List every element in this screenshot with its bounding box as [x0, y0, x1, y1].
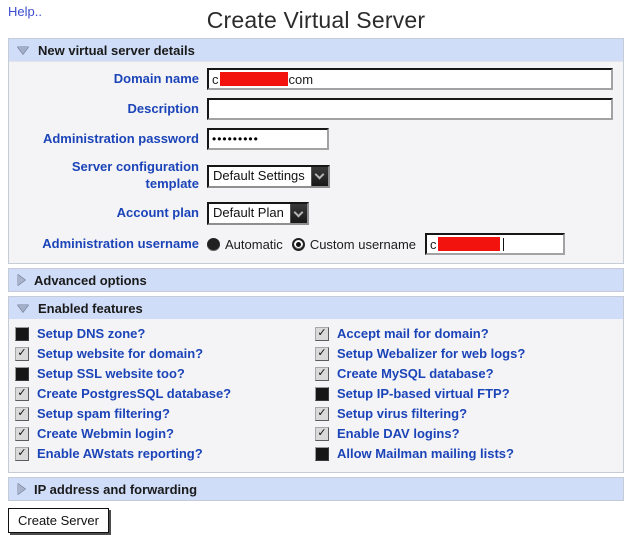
template-label: Server configuration template [71, 159, 199, 191]
chevron-down-icon [310, 166, 328, 186]
feature-label: Accept mail for domain? [337, 326, 489, 341]
section-title: New virtual server details [38, 42, 195, 58]
template-select-value: Default Settings [213, 167, 305, 183]
feature-label: Setup DNS zone? [37, 326, 146, 341]
account-plan-select[interactable]: Default Plan [207, 202, 309, 225]
feature-item: Setup website for domain? [15, 344, 315, 363]
chevron-down-icon [289, 204, 307, 223]
top-bar: Help.. Create Virtual Server [0, 0, 632, 38]
collapse-triangle-icon[interactable] [17, 46, 29, 54]
text-caret [502, 237, 504, 251]
feature-item: Accept mail for domain? [315, 324, 615, 343]
checkbox-setup-dns-zone[interactable] [15, 326, 29, 341]
section-title: IP address and forwarding [34, 481, 198, 497]
feature-item: Enable DAV logins? [315, 424, 615, 443]
section-header-advanced[interactable]: Advanced options [9, 269, 623, 291]
checkbox-spam-filtering[interactable] [15, 406, 29, 421]
account-plan-row: Account plan Default Plan [17, 202, 613, 225]
checkbox-dav-logins[interactable] [315, 426, 329, 441]
custom-username-input[interactable]: c [425, 233, 566, 255]
admin-password-row: Administration password [17, 128, 613, 150]
feature-item: Create PostgresSQL database? [15, 384, 315, 403]
checkbox-create-postgresql[interactable] [15, 386, 29, 401]
feature-label: Enable DAV logins? [337, 426, 460, 441]
feature-item: Create MySQL database? [315, 364, 615, 383]
feature-item: Setup virus filtering? [315, 404, 615, 423]
feature-label: Create PostgresSQL database? [37, 386, 232, 401]
custom-username-radio[interactable] [291, 237, 305, 251]
features-column-left: Setup DNS zone? Setup website for domain… [15, 324, 315, 464]
domain-name-row: Domain name c com [17, 68, 613, 90]
custom-username-radio-label: Custom username [309, 236, 417, 252]
feature-item: Enable AWstats reporting? [15, 444, 315, 463]
features-grid: Setup DNS zone? Setup website for domain… [9, 319, 623, 472]
expand-triangle-icon[interactable] [17, 483, 25, 495]
section-title: Advanced options [34, 272, 147, 288]
expand-triangle-icon[interactable] [17, 274, 25, 286]
domain-name-input[interactable]: c com [207, 68, 613, 90]
account-plan-label: Account plan [116, 205, 199, 221]
checkbox-setup-ssl-website[interactable] [15, 366, 29, 381]
redaction-block [437, 237, 500, 251]
feature-label: Create MySQL database? [337, 366, 494, 381]
checkbox-ip-based-ftp[interactable] [315, 386, 329, 401]
username-value-prefix: c [430, 236, 437, 252]
feature-label: Allow Mailman mailing lists? [337, 446, 514, 461]
features-column-right: Accept mail for domain? Setup Webalizer … [315, 324, 615, 464]
feature-label: Enable AWstats reporting? [37, 446, 203, 461]
section-header-details[interactable]: New virtual server details [9, 39, 623, 61]
section-header-features[interactable]: Enabled features [9, 297, 623, 319]
template-select[interactable]: Default Settings [207, 164, 330, 188]
description-row: Description [17, 98, 613, 120]
automatic-radio[interactable] [207, 237, 220, 251]
feature-label: Setup spam filtering? [37, 406, 170, 421]
checkbox-awstats-reporting[interactable] [15, 446, 29, 461]
feature-item: Setup spam filtering? [15, 404, 315, 423]
section-enabled-features: Enabled features Setup DNS zone? Setup w… [8, 296, 624, 473]
feature-item: Setup SSL website too? [15, 364, 315, 383]
checkbox-webmin-login[interactable] [15, 426, 29, 441]
feature-item: Setup DNS zone? [15, 324, 315, 343]
checkbox-setup-website[interactable] [15, 346, 29, 361]
checkbox-webalizer[interactable] [315, 346, 329, 361]
checkbox-virus-filtering[interactable] [315, 406, 329, 421]
section-new-virtual-server-details: New virtual server details Domain name c… [8, 38, 624, 264]
description-input[interactable] [207, 98, 613, 120]
redaction-block [219, 72, 288, 86]
feature-label: Setup virus filtering? [337, 406, 468, 421]
admin-username-row: Administration username Automatic Custom… [17, 233, 613, 255]
admin-username-label: Administration username [42, 235, 199, 251]
checkbox-create-mysql[interactable] [315, 366, 329, 381]
details-form: Domain name c com Description Administrat… [9, 61, 623, 263]
domain-value-suffix: com [288, 71, 314, 87]
feature-label: Setup website for domain? [37, 346, 204, 361]
domain-name-label: Domain name [113, 70, 199, 86]
automatic-radio-label: Automatic [225, 236, 283, 252]
checkbox-accept-mail[interactable] [315, 326, 329, 341]
help-link[interactable]: Help.. [8, 4, 42, 19]
section-advanced-options: Advanced options [8, 268, 624, 292]
feature-label: Setup IP-based virtual FTP? [337, 386, 510, 401]
checkbox-mailman-lists[interactable] [315, 446, 329, 461]
feature-item: Setup IP-based virtual FTP? [315, 384, 615, 403]
section-ip-address-forwarding: IP address and forwarding [8, 477, 624, 501]
section-header-ip[interactable]: IP address and forwarding [9, 478, 623, 500]
account-plan-select-value: Default Plan [213, 205, 284, 220]
domain-value-prefix: c [212, 71, 219, 87]
collapse-triangle-icon[interactable] [17, 304, 29, 312]
description-label: Description [127, 100, 199, 116]
feature-item: Create Webmin login? [15, 424, 315, 443]
admin-password-input[interactable] [207, 128, 329, 150]
create-server-button[interactable]: Create Server [8, 508, 109, 533]
feature-label: Setup Webalizer for web logs? [337, 346, 526, 361]
feature-label: Setup SSL website too? [37, 366, 185, 381]
admin-password-label: Administration password [42, 130, 199, 146]
button-row: Create Server [8, 508, 624, 533]
section-title: Enabled features [38, 300, 143, 316]
feature-item: Setup Webalizer for web logs? [315, 344, 615, 363]
template-row: Server configuration template Default Se… [17, 158, 613, 194]
page-title: Create Virtual Server [206, 7, 426, 33]
feature-label: Create Webmin login? [37, 426, 174, 441]
feature-item: Allow Mailman mailing lists? [315, 444, 615, 463]
